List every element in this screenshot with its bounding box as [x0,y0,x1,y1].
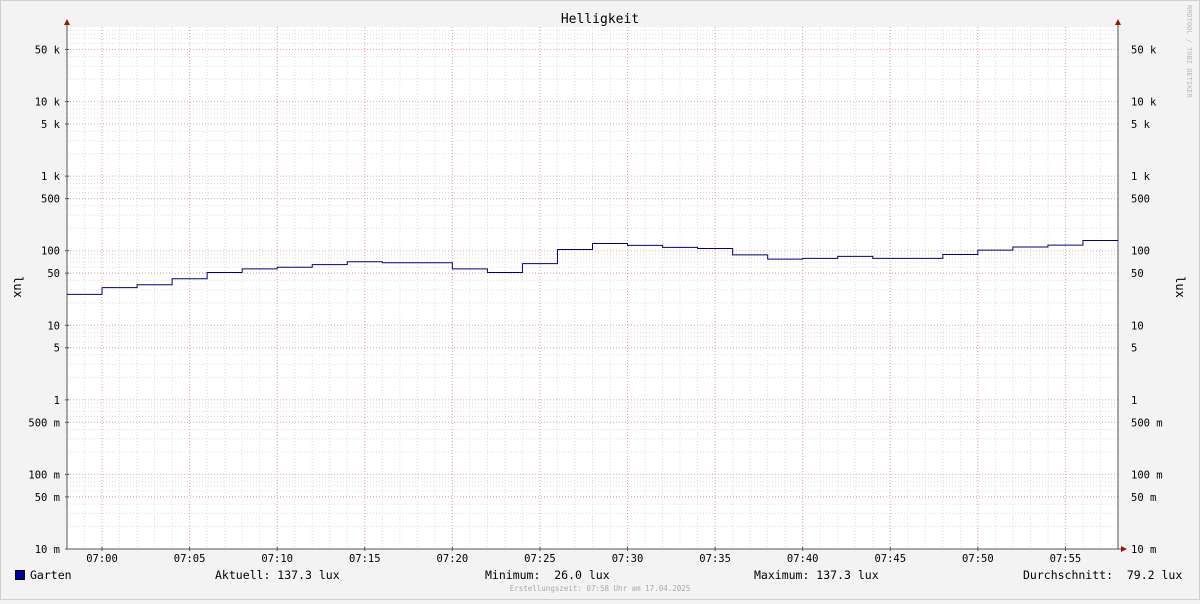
y-tick-label: 5 k [41,119,61,131]
y-tick-label: 50 [1131,268,1144,280]
y-tick-label: 100 m [1131,469,1163,481]
x-tick-label: 07:00 [86,553,118,565]
x-tick-label: 07:20 [437,553,469,565]
x-tick-label: 07:45 [874,553,906,565]
data-point [838,256,873,257]
x-tick-label: 07:05 [174,553,206,565]
data-point [768,259,803,260]
y-axis-label-left: lux [11,276,25,298]
data-point [873,258,908,259]
x-tick-label: 07:10 [261,553,293,565]
data-point [593,243,628,244]
y-tick-label: 5 k [1131,119,1151,131]
data-point [733,254,768,255]
y-axis-arrow-right [1115,19,1121,25]
data-point [943,254,978,255]
x-axis-arrow [1121,546,1127,552]
data-point [522,263,557,264]
x-tick-label: 07:30 [612,553,644,565]
y-tick-label: 1 k [41,171,61,183]
x-tick-labels: 07:00 07:05 07:10 07:15 07:20 07:25 07:30 07:35… [86,553,1081,565]
legend-average: Durchschnitt: 79.2 lux [1023,568,1183,582]
legend-row: Garten Aktuell: 137.3 lux Minimum: 26.0 … [0,568,1200,584]
chart: 50 k 10 k 5 k 1 k 500 100 50 10 5 1 500 m 100 m 50 m… [0,0,1200,600]
data-point [1083,240,1118,241]
y-tick-label: 10 k [1131,97,1157,109]
footer-timestamp: Erstellungszeit: 07:58 Uhr am 17.04.2025 [509,584,691,593]
data-point [487,272,522,273]
y-tick-label: 10 m [35,544,60,556]
data-point [628,245,663,246]
data-point [207,272,242,273]
x-tick-label: 07:15 [349,553,381,565]
data-point [978,250,1013,251]
y-tick-labels-left: 50 k 10 k 5 k 1 k 500 100 50 10 5 1 500 m 100 m 50 m… [28,44,60,556]
y-tick-label: 10 [47,320,60,332]
y-tick-label: 1 [1131,395,1137,407]
chart-frame: 50 k 10 k 5 k 1 k 500 100 50 10 5 1 500 m 100 m 50 m… [0,0,1200,600]
y-tick-label: 10 m [1131,544,1156,556]
x-tick-label: 07:55 [1050,553,1082,565]
data-point [417,262,452,263]
y-tick-label: 50 [47,268,60,280]
data-point [382,262,417,263]
legend-current: Aktuell: 137.3 lux [215,568,340,582]
y-tick-label: 100 [1131,246,1150,258]
data-point [312,264,347,265]
y-tick-label: 10 k [35,97,61,109]
y-tick-label: 5 [1131,343,1137,355]
y-tick-labels-right: 50 k 10 k 5 k 1 k 500 100 50 10 5 1 500 m 100 m 50 m… [1131,44,1163,556]
y-tick-label: 100 m [28,469,60,481]
y-tick-label: 50 k [35,44,61,56]
data-point [663,247,698,248]
y-tick-label: 500 m [28,417,60,429]
y-tick-label: 50 m [1131,492,1156,504]
y-tick-label: 5 [54,343,60,355]
y-tick-label: 1 k [1131,171,1151,183]
x-tick-label: 07:25 [524,553,556,565]
data-point [1013,247,1048,248]
data-point [1048,245,1083,246]
data-point [698,248,733,249]
legend-minimum: Minimum: 26.0 lux [485,568,610,582]
chart-title: Helligkeit [561,12,639,27]
x-tick-label: 07:40 [787,553,819,565]
data-point [803,258,838,259]
data-point [242,268,277,269]
x-tick-label: 07:35 [699,553,731,565]
data-point [172,278,207,279]
y-tick-label: 500 [41,194,60,206]
data-point [137,284,172,285]
data-point [452,268,487,269]
y-tick-label: 100 [41,246,60,258]
y-tick-label: 500 m [1131,417,1163,429]
data-point [67,294,102,295]
data-point [908,258,943,259]
legend-swatch-garten [15,570,25,580]
y-tick-label: 500 [1131,194,1150,206]
watermark: RRDTOOL / TOBI OETIKER [1185,5,1193,99]
y-axis-label-right: lux [1173,276,1187,298]
legend-series-name: Garten [30,568,72,582]
y-axis-arrow-left [64,19,70,25]
x-tick-label: 07:50 [962,553,994,565]
data-point [347,261,382,262]
data-point [557,249,592,250]
data-point [277,267,312,268]
y-tick-label: 1 [54,395,60,407]
data-point [102,287,137,288]
legend-maximum: Maximum: 137.3 lux [754,568,879,582]
y-tick-label: 10 [1131,320,1144,332]
y-tick-label: 50 k [1131,44,1157,56]
y-tick-label: 50 m [35,492,60,504]
